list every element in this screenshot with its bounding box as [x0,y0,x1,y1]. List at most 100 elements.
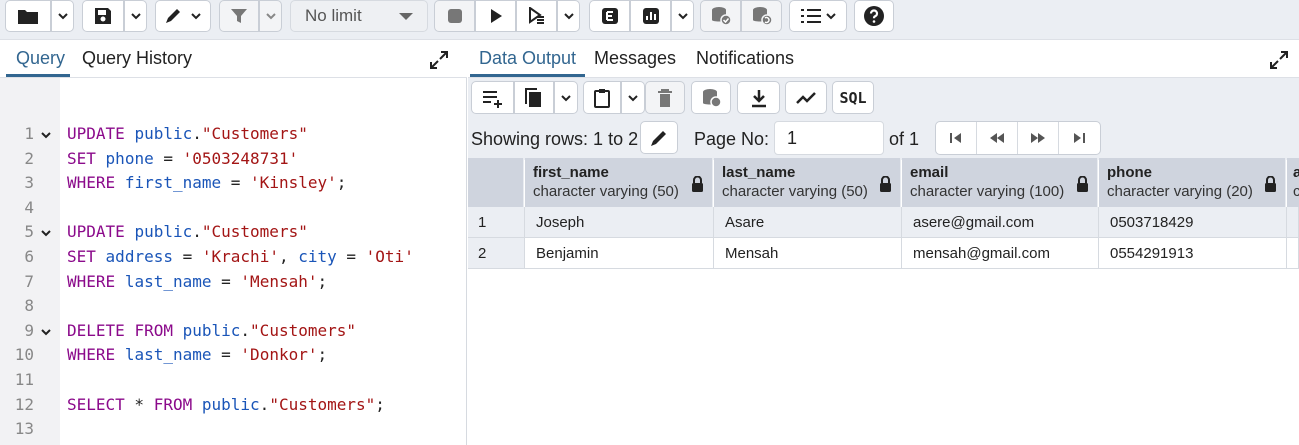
download-button[interactable] [737,81,780,114]
table-cell[interactable]: Benjamin [525,238,714,269]
row-limit-select[interactable]: No limit [290,0,428,32]
chevron-down-icon [561,94,571,101]
first-page-button[interactable] [936,122,977,154]
line-number: 7 [24,271,34,291]
code-line[interactable]: 8 [0,294,467,319]
add-row-button[interactable] [471,81,514,114]
prev-page-button[interactable] [977,122,1018,154]
sql-keyword: WHERE [67,271,116,291]
chart-line-icon [796,91,816,104]
stop-button[interactable] [434,0,475,32]
code-line[interactable]: 10 WHERE last_name = 'Donkor'; [0,343,467,368]
tab-query[interactable]: Query [16,48,65,69]
rollback-button[interactable] [741,0,782,32]
copy-button[interactable] [514,81,554,114]
open-file-dropdown[interactable] [51,0,74,32]
table-cell[interactable]: mensah@gmail.com [902,238,1099,269]
code-line[interactable]: 3 WHERE first_name = 'Kinsley'; [0,171,467,196]
commit-button[interactable] [700,0,741,32]
paste-dropdown[interactable] [621,81,645,114]
column-header-first-name[interactable]: first_name character varying (50) [525,158,713,207]
explain-dropdown[interactable] [671,0,694,32]
row-number[interactable]: 2 [468,238,525,269]
sql-button[interactable]: SQL [832,81,874,114]
table-cell[interactable]: asere@gmail.com [902,207,1099,238]
table-cell[interactable]: 0554291913 [1099,238,1287,269]
open-file-button[interactable] [5,0,51,32]
code-line[interactable]: 6 SET address = 'Krachi', city = 'Oti' [0,245,467,270]
sql-keyword: FROM [134,320,173,340]
code-line[interactable]: 4 [0,196,467,221]
save-dropdown[interactable] [124,0,147,32]
help-icon [864,6,884,26]
pencil-icon [651,130,666,146]
table-cell[interactable]: Mensah [714,238,902,269]
tab-messages[interactable]: Messages [594,48,676,69]
code-line[interactable]: 5 UPDATE public."Customers" [0,220,467,245]
execute-script-button[interactable] [516,0,557,32]
save-button[interactable] [82,0,124,32]
sql-table-name: "Customers" [201,222,308,242]
expand-icon[interactable] [1269,50,1289,70]
sql-editor[interactable]: 1 UPDATE public."Customers" 2 SET phone … [0,78,467,445]
main-toolbar: No limit [0,0,1299,40]
column-header-phone[interactable]: phone character varying (20) [1099,158,1286,207]
code-line[interactable]: 11 [0,368,467,393]
expand-icon[interactable] [429,50,449,70]
sql-identifier: phone [105,148,154,168]
explain-analyze-button[interactable] [630,0,671,32]
macros-button[interactable] [789,0,847,32]
explain-analyze-icon [642,8,659,24]
stop-icon [447,9,462,23]
column-type: character varying (100) [910,183,1065,200]
column-header-address[interactable]: a c [1287,158,1299,207]
next-page-button[interactable] [1018,122,1059,154]
line-number: 3 [24,173,34,193]
tab-notifications[interactable]: Notifications [696,48,794,69]
chevron-down-icon [677,13,688,20]
line-number: 13 [14,419,34,439]
execute-dropdown[interactable] [557,0,580,32]
code-line[interactable]: 7 WHERE last_name = 'Mensah'; [0,270,467,295]
last-page-button[interactable] [1059,122,1100,154]
code-line[interactable]: 9 DELETE FROM public."Customers" [0,319,467,344]
sql-punct: . [240,320,251,340]
tab-query-history[interactable]: Query History [82,48,192,69]
save-data-button[interactable] [691,81,731,114]
code-line[interactable]: 12 SELECT * FROM public."Customers"; [0,393,467,418]
edit-button[interactable] [155,0,211,32]
column-header-email[interactable]: email character varying (100) [902,158,1098,207]
column-type: character varying (50) [722,183,868,200]
fold-chevron-icon[interactable] [40,129,52,141]
graph-visualiser-button[interactable] [785,81,827,114]
sql-punct: . [192,222,202,242]
table-cell[interactable]: Joseph [525,207,714,238]
column-header-last-name[interactable]: last_name character varying (50) [714,158,901,207]
row-number-header[interactable] [468,158,524,207]
filter-dropdown[interactable] [259,0,282,32]
sql-operator: = [211,271,241,291]
table-cell[interactable]: Asare [714,207,902,238]
code-line[interactable]: 13 [0,417,467,442]
copy-dropdown[interactable] [554,81,578,114]
tab-data-output[interactable]: Data Output [479,48,576,69]
filter-button[interactable] [219,0,259,32]
edit-rows-button[interactable] [640,121,678,154]
row-number[interactable]: 1 [468,207,525,238]
page-number-input[interactable]: 1 [774,121,884,155]
table-cell[interactable] [1287,238,1299,269]
paste-button[interactable] [583,81,621,114]
table-cell[interactable]: 0503718429 [1099,207,1287,238]
code-line[interactable]: 2 SET phone = '0503248731' [0,147,467,172]
table-cell[interactable] [1287,207,1299,238]
fold-chevron-icon[interactable] [40,326,52,338]
chevron-down-icon [265,13,276,20]
explain-button[interactable] [589,0,630,32]
delete-row-button[interactable] [645,81,685,114]
execute-button[interactable] [475,0,516,32]
fold-chevron-icon[interactable] [40,227,52,239]
help-button[interactable] [854,0,894,32]
fast-forward-icon [1031,133,1045,143]
code-line[interactable]: 1 UPDATE public."Customers" [0,122,467,147]
commit-icon [711,7,732,26]
